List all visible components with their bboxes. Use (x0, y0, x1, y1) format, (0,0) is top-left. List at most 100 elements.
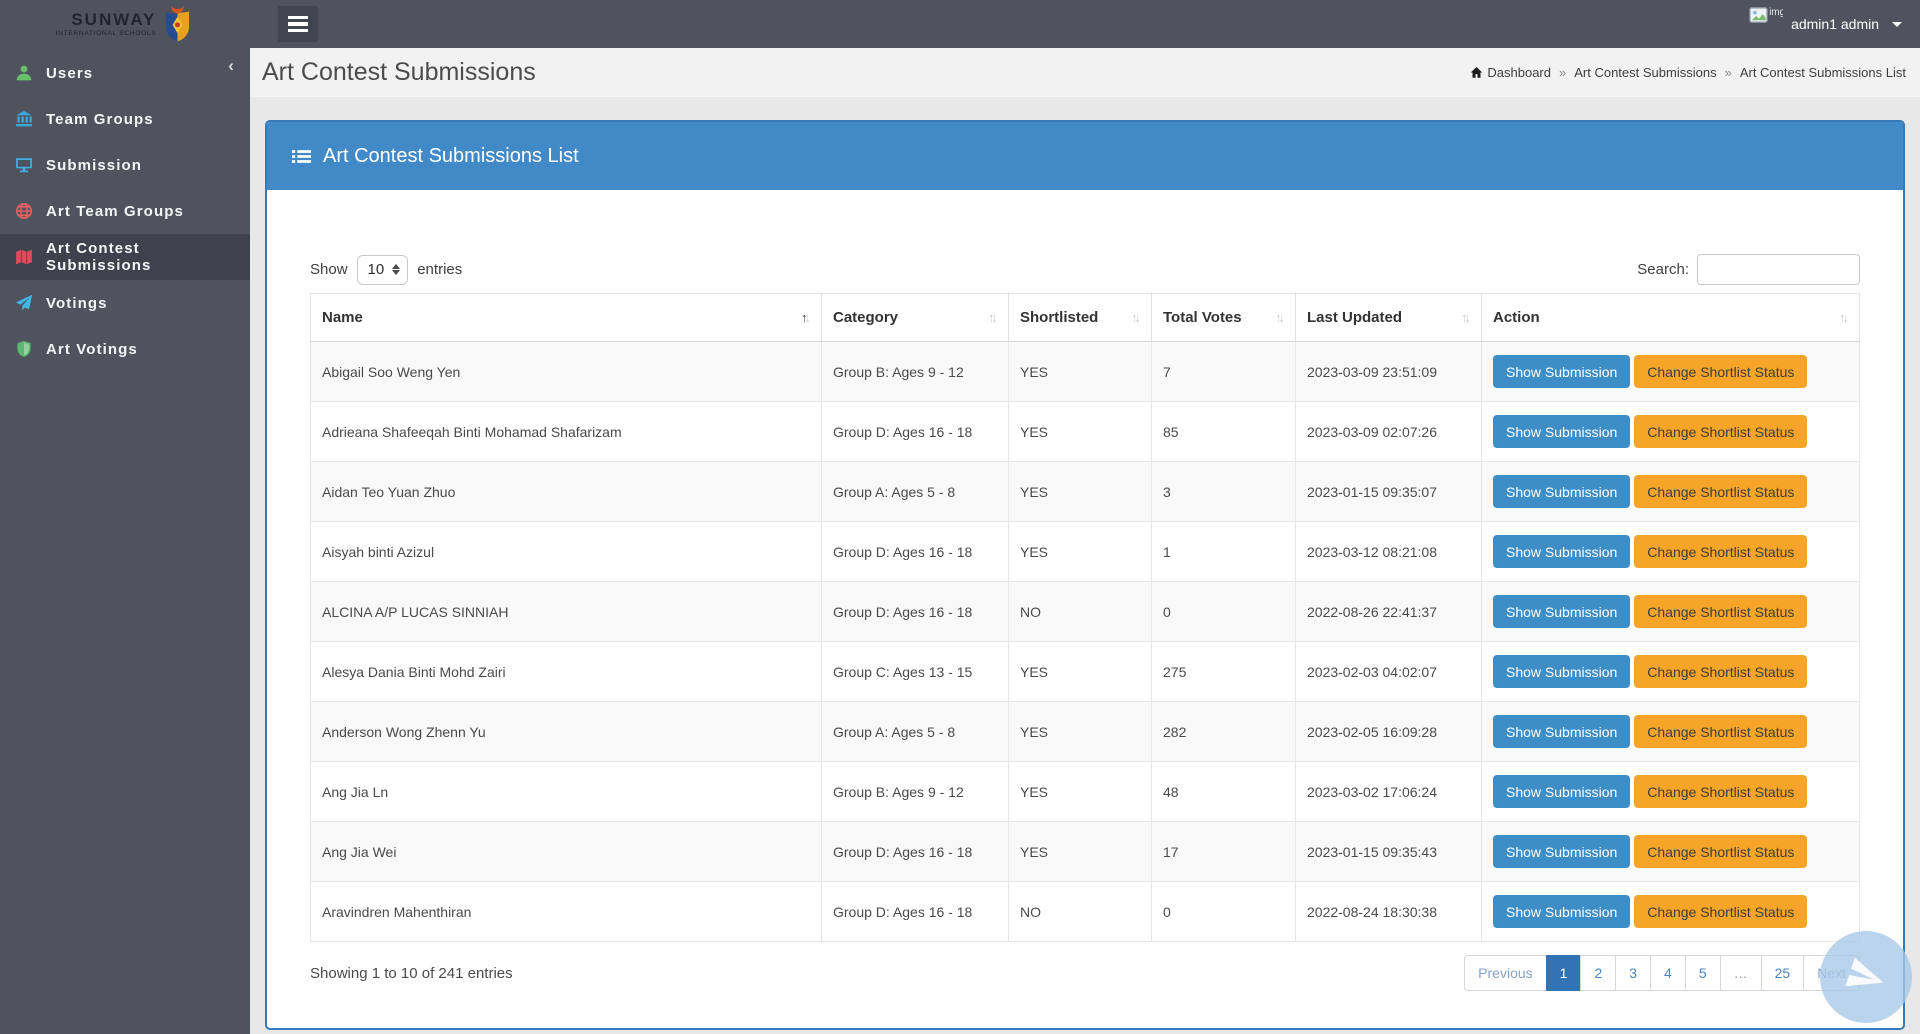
show-submission-button[interactable]: Show Submission (1493, 895, 1630, 928)
avatar-alt-text: img (1769, 7, 1783, 18)
breadcrumb-art-contest-submissions[interactable]: Art Contest Submissions (1574, 65, 1716, 80)
shortlisted-cell: YES (1009, 702, 1152, 762)
pagination-previous[interactable]: Previous (1464, 955, 1546, 991)
breadcrumb: Dashboard » Art Contest Submissions » Ar… (1470, 65, 1906, 80)
sidebar-item-label: Art Votings (46, 341, 138, 358)
sidebar-item-votings[interactable]: Votings (0, 280, 250, 326)
table-row: ALCINA A/P LUCAS SINNIAHGroup D: Ages 16… (311, 582, 1860, 642)
show-submission-button[interactable]: Show Submission (1493, 535, 1630, 568)
pagination-page-4[interactable]: 4 (1650, 955, 1686, 991)
column-label: Category (833, 309, 898, 326)
sidebar-item-label: Votings (46, 295, 108, 312)
entries-info: Showing 1 to 10 of 241 entries (310, 965, 513, 982)
breadcrumb-dashboard[interactable]: Dashboard (1470, 65, 1551, 80)
show-submission-button[interactable]: Show Submission (1493, 835, 1630, 868)
home-icon (1470, 66, 1483, 79)
show-submission-button[interactable]: Show Submission (1493, 415, 1630, 448)
table-row: Anderson Wong Zhenn YuGroup A: Ages 5 - … (311, 702, 1860, 762)
sidebar-item-team-groups[interactable]: Team Groups (0, 96, 250, 142)
last-updated-cell: 2023-03-09 23:51:09 (1296, 342, 1482, 402)
show-submission-button[interactable]: Show Submission (1493, 655, 1630, 688)
search-control: Search: (1637, 254, 1860, 285)
sidebar-item-users[interactable]: Users‹ (0, 50, 250, 96)
change-shortlist-status-button[interactable]: Change Shortlist Status (1634, 835, 1807, 868)
chevron-left-icon[interactable]: ‹ (228, 57, 235, 74)
app-root: SUNWAY INTERNATIONAL SCHOOLS Users‹ Team … (0, 0, 1920, 1034)
action-cell: Show SubmissionChange Shortlist Status (1482, 462, 1860, 522)
sidebar-item-art-team-groups[interactable]: Art Team Groups (0, 188, 250, 234)
submissions-table: Name↑↓Category↑↓Shortlisted↑↓Total Votes… (310, 293, 1860, 942)
show-submission-button[interactable]: Show Submission (1493, 715, 1630, 748)
main-column: img admin1 admin Art Contest Submissions… (250, 0, 1920, 1034)
menu-toggle-button[interactable] (278, 6, 318, 42)
column-header-total-votes[interactable]: Total Votes↑↓ (1152, 294, 1296, 342)
table-row: Alesya Dania Binti Mohd ZairiGroup C: Ag… (311, 642, 1860, 702)
action-cell: Show SubmissionChange Shortlist Status (1482, 822, 1860, 882)
page-length-select[interactable]: 10 (357, 255, 409, 285)
sort-icon: ↑↓ (1461, 310, 1470, 325)
content-header: Art Contest Submissions Dashboard » Art … (250, 48, 1920, 97)
shortlisted-cell: YES (1009, 342, 1152, 402)
category-cell: Group C: Ages 13 - 15 (822, 642, 1009, 702)
change-shortlist-status-button[interactable]: Change Shortlist Status (1634, 475, 1807, 508)
show-submission-button[interactable]: Show Submission (1493, 595, 1630, 628)
brand-logo-text: SUNWAY INTERNATIONAL SCHOOLS (56, 11, 157, 38)
pagination-page-3[interactable]: 3 (1615, 955, 1651, 991)
action-cell: Show SubmissionChange Shortlist Status (1482, 702, 1860, 762)
column-header-last-updated[interactable]: Last Updated↑↓ (1296, 294, 1482, 342)
monitor-icon (15, 156, 33, 174)
last-updated-cell: 2023-02-05 16:09:28 (1296, 702, 1482, 762)
sidebar-item-submission[interactable]: Submission (0, 142, 250, 188)
show-submission-button[interactable]: Show Submission (1493, 475, 1630, 508)
sidebar-item-label: Team Groups (46, 111, 154, 128)
table-row: Aidan Teo Yuan ZhuoGroup A: Ages 5 - 8YE… (311, 462, 1860, 522)
change-shortlist-status-button[interactable]: Change Shortlist Status (1634, 355, 1807, 388)
select-stepper-icon (392, 264, 400, 275)
change-shortlist-status-button[interactable]: Change Shortlist Status (1634, 415, 1807, 448)
pagination-ellipsis: … (1720, 955, 1762, 991)
topbar: img admin1 admin (250, 0, 1920, 48)
change-shortlist-status-button[interactable]: Change Shortlist Status (1634, 655, 1807, 688)
name-cell: Ang Jia Wei (311, 822, 822, 882)
change-shortlist-status-button[interactable]: Change Shortlist Status (1634, 535, 1807, 568)
floating-send-button[interactable] (1820, 931, 1912, 1023)
brand-logo[interactable]: SUNWAY INTERNATIONAL SCHOOLS (0, 0, 250, 48)
pagination-page-1[interactable]: 1 (1546, 955, 1582, 991)
column-header-name[interactable]: Name↑↓ (311, 294, 822, 342)
page-title: Art Contest Submissions (262, 58, 536, 87)
total-votes-cell: 48 (1152, 762, 1296, 822)
show-submission-button[interactable]: Show Submission (1493, 775, 1630, 808)
pagination-page-5[interactable]: 5 (1685, 955, 1721, 991)
column-header-category[interactable]: Category↑↓ (822, 294, 1009, 342)
column-label: Name (322, 309, 363, 326)
table-row: Ang Jia WeiGroup D: Ages 16 - 18YES17202… (311, 822, 1860, 882)
breadcrumb-separator: » (1725, 65, 1732, 80)
pagination: Previous12345…25Next (1464, 955, 1860, 991)
category-cell: Group D: Ages 16 - 18 (822, 822, 1009, 882)
sidebar-item-art-contest-submissions[interactable]: Art Contest Submissions (0, 234, 250, 280)
user-menu[interactable]: img admin1 admin (1749, 16, 1902, 33)
table-row: Adrieana Shafeeqah Binti Mohamad Shafari… (311, 402, 1860, 462)
total-votes-cell: 282 (1152, 702, 1296, 762)
total-votes-cell: 85 (1152, 402, 1296, 462)
change-shortlist-status-button[interactable]: Change Shortlist Status (1634, 895, 1807, 928)
avatar-broken-image-icon: img (1749, 7, 1783, 24)
sidebar: SUNWAY INTERNATIONAL SCHOOLS Users‹ Team … (0, 0, 250, 1034)
show-submission-button[interactable]: Show Submission (1493, 355, 1630, 388)
change-shortlist-status-button[interactable]: Change Shortlist Status (1634, 715, 1807, 748)
breadcrumb-separator: » (1559, 65, 1566, 80)
name-cell: Aidan Teo Yuan Zhuo (311, 462, 822, 522)
column-header-action[interactable]: Action↑↓ (1482, 294, 1860, 342)
table-footer: Showing 1 to 10 of 241 entries Previous1… (310, 955, 1860, 991)
column-header-shortlisted[interactable]: Shortlisted↑↓ (1009, 294, 1152, 342)
change-shortlist-status-button[interactable]: Change Shortlist Status (1634, 595, 1807, 628)
pagination-page-2[interactable]: 2 (1580, 955, 1616, 991)
category-cell: Group B: Ages 9 - 12 (822, 342, 1009, 402)
change-shortlist-status-button[interactable]: Change Shortlist Status (1634, 775, 1807, 808)
school-crest-logo (161, 4, 194, 44)
globe-icon (15, 202, 33, 220)
pagination-page-25[interactable]: 25 (1761, 955, 1805, 991)
search-input[interactable] (1697, 254, 1860, 285)
sidebar-item-art-votings[interactable]: Art Votings (0, 326, 250, 372)
total-votes-cell: 1 (1152, 522, 1296, 582)
